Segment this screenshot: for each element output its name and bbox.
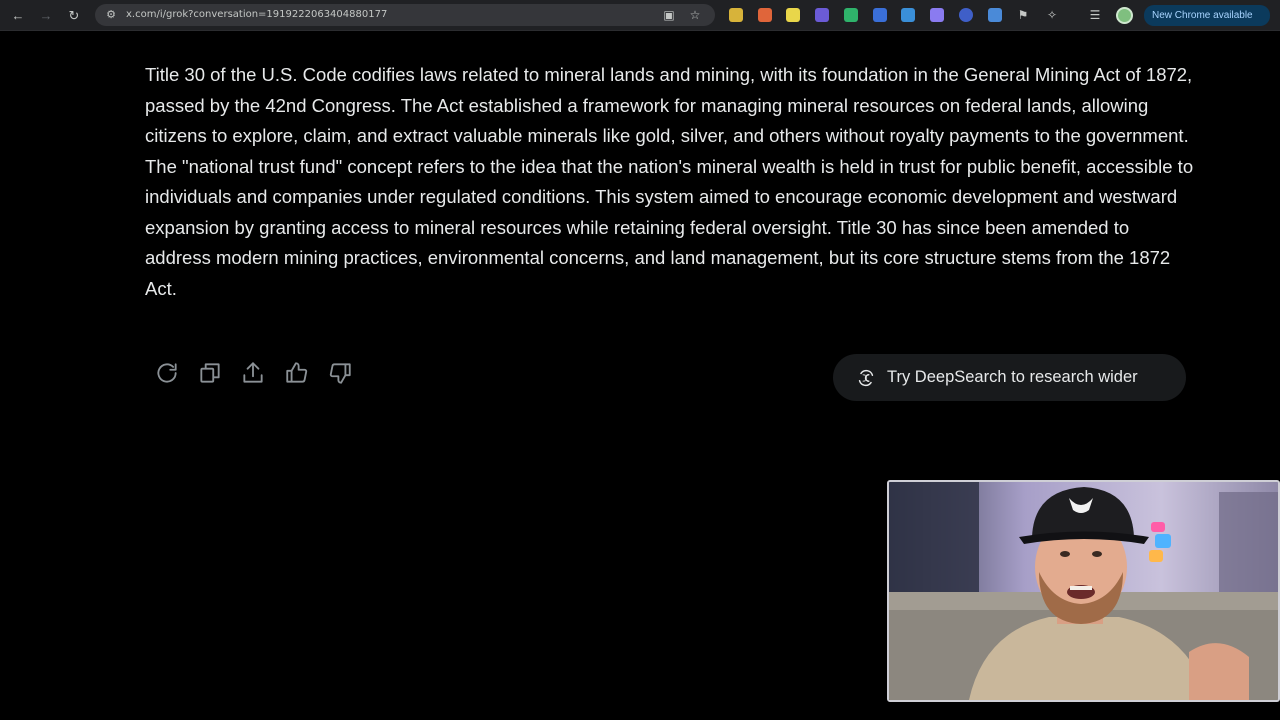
- thumbs-down-icon[interactable]: [327, 360, 353, 386]
- site-settings-icon[interactable]: ⚙: [104, 8, 118, 22]
- back-icon[interactable]: ←: [8, 6, 28, 26]
- install-app-icon[interactable]: ▣: [661, 7, 677, 23]
- extension-tools-icon[interactable]: [988, 8, 1002, 22]
- bookmark-star-icon[interactable]: ☆: [687, 7, 703, 23]
- extension-circle-icon[interactable]: [959, 8, 973, 22]
- url-text[interactable]: x.com/i/grok?conversation=19192220634048…: [126, 9, 387, 20]
- extension-red-icon[interactable]: [758, 8, 772, 22]
- answer-text: Title 30 of the U.S. Code codifies laws …: [145, 64, 1194, 299]
- extensions-puzzle-icon[interactable]: ✧: [1044, 7, 1060, 23]
- webcam-overlay: [887, 480, 1280, 702]
- media-controls-icon[interactable]: ☰: [1087, 7, 1103, 23]
- share-icon[interactable]: [240, 360, 266, 386]
- reload-icon[interactable]: ↻: [64, 6, 84, 26]
- browser-toolbar: ← → ↻ ⚙ x.com/i/grok?conversation=191922…: [0, 0, 1280, 31]
- extension-checkbox-icon[interactable]: [901, 8, 915, 22]
- extension-blue-icon[interactable]: [873, 8, 887, 22]
- address-bar[interactable]: ⚙ x.com/i/grok?conversation=191922206340…: [95, 4, 715, 26]
- forward-icon[interactable]: →: [36, 6, 56, 26]
- deepsearch-label: Try DeepSearch to research wider: [887, 368, 1138, 386]
- thumbs-up-icon[interactable]: [284, 360, 310, 386]
- extension-feather-icon[interactable]: [930, 8, 944, 22]
- extension-purple-icon[interactable]: [815, 8, 829, 22]
- extension-group-icon[interactable]: ⚑: [1015, 7, 1031, 23]
- copy-icon[interactable]: [197, 360, 223, 386]
- deepsearch-icon: [855, 367, 877, 389]
- regenerate-icon[interactable]: [154, 360, 180, 386]
- extension-green-icon[interactable]: [844, 8, 858, 22]
- extension-pencil-icon[interactable]: [729, 8, 743, 22]
- profile-avatar[interactable]: [1116, 7, 1133, 24]
- presenter-video: [889, 482, 1278, 700]
- deepsearch-button[interactable]: Try DeepSearch to research wider: [833, 354, 1186, 401]
- update-chrome-button[interactable]: New Chrome available: [1144, 5, 1270, 26]
- extension-yellow-icon[interactable]: [786, 8, 800, 22]
